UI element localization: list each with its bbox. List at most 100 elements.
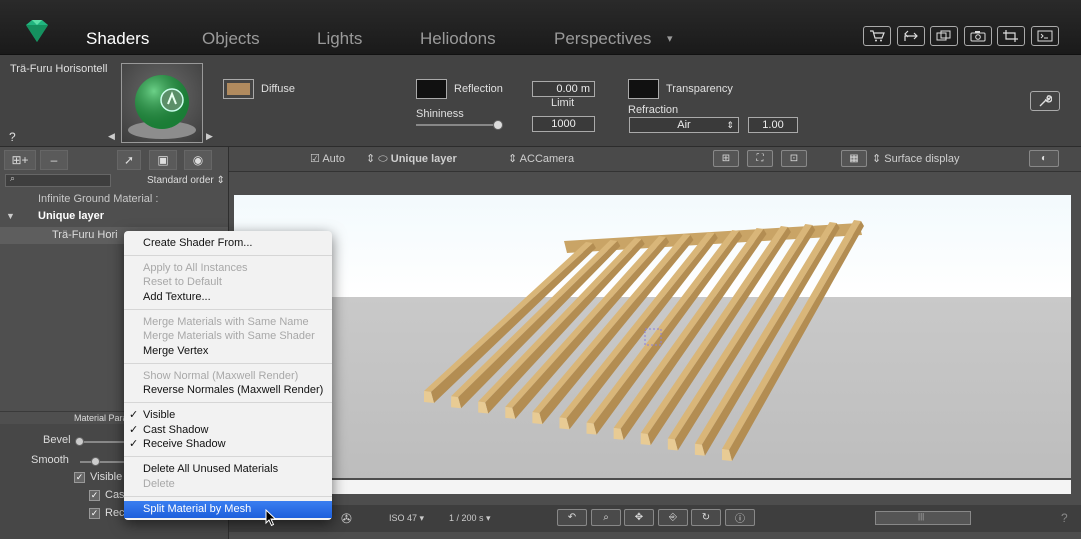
display-select[interactable]: ⇕ Surface display	[872, 152, 960, 165]
bevel-slider-knob[interactable]	[75, 437, 84, 446]
visible-checkbox[interactable]: ✓	[74, 472, 85, 483]
zoom-window-icon[interactable]: ⊡	[781, 150, 807, 167]
export-icon[interactable]	[897, 26, 925, 46]
menu-item-merge-vertex[interactable]: Merge Vertex	[143, 344, 208, 358]
tree-item-unique-layer[interactable]: Unique layer	[38, 210, 104, 222]
search-icon: ⌕	[10, 173, 16, 183]
orbit-icon[interactable]: ↻	[691, 509, 721, 526]
3d-viewport[interactable]	[234, 195, 1071, 478]
camera-select[interactable]: ⇕ ACCamera	[508, 152, 574, 165]
checkmark-icon: ✓	[129, 424, 139, 436]
menu-item-receive-shadow-label: Receive Shadow	[143, 438, 226, 450]
display-mode-icon[interactable]: ▦	[841, 150, 867, 167]
add-layer-icon[interactable]: ⊞+	[4, 150, 36, 170]
refraction-value-field[interactable]: 1.00	[748, 117, 798, 133]
cast-shadow-checkbox[interactable]: ✓	[89, 490, 100, 501]
reflection-color-swatch[interactable]	[416, 79, 447, 99]
tab-shaders[interactable]: Shaders	[86, 29, 149, 49]
menu-item-split-material-by-mesh[interactable]: Split Material by Mesh	[143, 502, 251, 516]
tab-lights[interactable]: Lights	[317, 29, 362, 49]
previous-material-arrow-icon[interactable]: ◀	[108, 131, 115, 142]
checkmark-icon: ✓	[129, 409, 139, 421]
material-help-button[interactable]: ?	[9, 130, 16, 144]
menu-item-delete: Delete	[143, 478, 175, 490]
material-preview-thumbnail[interactable]	[121, 63, 203, 143]
info-icon[interactable]: ⓘ	[725, 509, 755, 526]
refraction-select[interactable]: Air ⇕	[629, 117, 739, 133]
windows-icon[interactable]	[930, 26, 958, 46]
next-material-arrow-icon[interactable]: ▶	[206, 131, 213, 142]
console-icon[interactable]	[1031, 26, 1059, 46]
tab-heliodons[interactable]: Heliodons	[420, 29, 496, 49]
tree-item-material[interactable]: Trä-Furu Hori	[52, 229, 118, 241]
wrench-icon[interactable]	[1030, 91, 1060, 111]
transparency-label: Transparency	[666, 83, 733, 95]
select-arrows-icon: ⇕	[508, 153, 518, 165]
mouse-cursor-icon	[265, 508, 277, 532]
diffuse-color-swatch[interactable]	[223, 79, 254, 99]
cart-icon[interactable]	[863, 26, 891, 46]
tab-objects[interactable]: Objects	[202, 29, 260, 49]
limit-label: Limit	[551, 97, 575, 109]
tree-item-ground-material[interactable]: Infinite Ground Material :	[38, 193, 158, 205]
crop-icon[interactable]	[997, 26, 1025, 46]
sort-order-select[interactable]: Standard order ⇕	[147, 175, 225, 186]
shininess-slider-track[interactable]	[416, 124, 502, 126]
iso-select[interactable]: ISO 47 ▾	[389, 513, 424, 524]
shininess-slider-knob[interactable]	[492, 120, 503, 130]
limit-value-field[interactable]: 1000	[532, 116, 595, 132]
pan-icon[interactable]: ✥	[624, 509, 654, 526]
bevel-label: Bevel	[43, 434, 71, 446]
select-arrows-icon: ⇕	[726, 120, 734, 130]
scene-render[interactable]	[234, 195, 1071, 478]
select-arrows-icon: ⇕	[366, 153, 376, 165]
smooth-slider-knob[interactable]	[91, 457, 100, 466]
toggle-icon[interactable]: ◐	[1029, 150, 1059, 167]
camera-icon[interactable]	[964, 26, 992, 46]
transparency-color-swatch[interactable]	[628, 79, 659, 99]
menu-item-visible[interactable]: ✓ Visible	[129, 408, 176, 422]
shutter-value: 1 / 200 s	[449, 513, 484, 523]
menu-item-receive-shadow[interactable]: ✓ Receive Shadow	[129, 437, 226, 451]
context-menu: Create Shader From... Apply to All Insta…	[124, 231, 332, 520]
auto-label: Auto	[322, 153, 345, 165]
frame-layout-icon[interactable]: ⊞	[713, 150, 739, 167]
shutter-select[interactable]: 1 / 200 s ▾	[449, 513, 491, 524]
receive-shadow-checkbox[interactable]: ✓	[89, 508, 100, 519]
layer-select-value: Unique layer	[390, 153, 457, 165]
cube-icon[interactable]: ▣	[149, 150, 177, 170]
visible-label: Visible	[90, 471, 123, 483]
tab-perspectives[interactable]: Perspectives	[554, 29, 651, 49]
auto-checkbox[interactable]: ☑ Auto	[310, 152, 345, 165]
menu-item-create-shader[interactable]: Create Shader From...	[143, 236, 252, 250]
pointer-icon[interactable]: ➚	[117, 150, 141, 170]
menu-item-add-texture[interactable]: Add Texture...	[143, 290, 211, 304]
horizontal-scrollbar[interactable]: |||	[875, 511, 971, 525]
app-logo-icon[interactable]	[22, 19, 52, 43]
zoom-extents-icon[interactable]: ⛶	[747, 150, 773, 167]
walk-icon[interactable]: ⎆	[658, 509, 688, 526]
top-bar: Shaders Objects Lights Heliodons Perspec…	[0, 0, 1081, 55]
menu-separator	[124, 496, 332, 497]
smooth-slider[interactable]	[80, 461, 124, 463]
layer-icon: ⬭	[378, 153, 388, 165]
remove-button[interactable]: –	[40, 150, 68, 170]
layer-select[interactable]: ⇕ ⬭ Unique layer	[366, 152, 457, 166]
undo-view-icon[interactable]: ↶	[557, 509, 587, 526]
aperture-icon[interactable]: ✇	[341, 511, 352, 527]
perspectives-menu-chevron-icon[interactable]: ▾	[667, 32, 673, 45]
reflection-value-field[interactable]: 0.00 m	[532, 81, 595, 97]
menu-item-reset-default: Reset to Default	[143, 276, 222, 288]
menu-separator	[124, 402, 332, 403]
menu-item-delete-unused[interactable]: Delete All Unused Materials	[143, 462, 278, 476]
bevel-slider[interactable]	[80, 441, 124, 443]
search-input[interactable]: ⌕	[5, 173, 111, 187]
help-button[interactable]: ?	[1061, 511, 1068, 525]
menu-item-cast-shadow[interactable]: ✓ Cast Shadow	[129, 423, 208, 437]
zoom-icon[interactable]: ⌕	[591, 509, 621, 526]
menu-item-reverse-normales[interactable]: Reverse Normales (Maxwell Render)	[143, 383, 323, 397]
menu-item-visible-label: Visible	[143, 409, 176, 421]
disclosure-triangle-icon[interactable]: ▼	[6, 211, 15, 221]
eye-icon[interactable]: ◉	[184, 150, 212, 170]
camera-select-value: ACCamera	[519, 153, 575, 165]
